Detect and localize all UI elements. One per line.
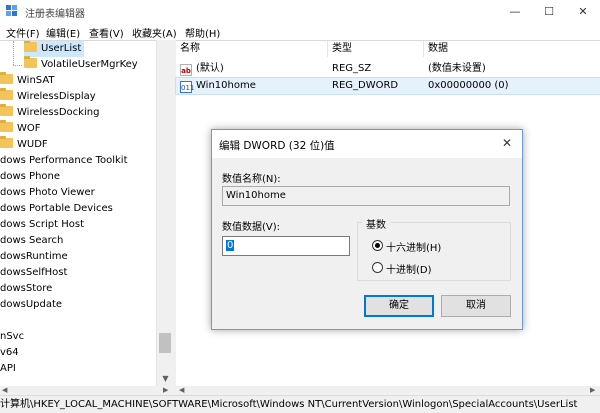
tree-item-label: WOF (17, 123, 41, 134)
registry-tree[interactable]: UserList VolatileUserMgrKey WinSAT Wirel… (0, 40, 173, 387)
value-name: Win10home (196, 80, 256, 91)
menu-bar: 文件(F) 编辑(E) 查看(V) 收藏夹(A) 帮助(H) (0, 22, 600, 40)
tree-item[interactable]: dows Photo Viewer (0, 185, 95, 201)
tree-item-label: UserList (41, 43, 82, 54)
tree-item[interactable]: dowsUpdate (0, 297, 62, 313)
menu-view[interactable]: 查看(V) (89, 25, 124, 40)
value-type: REG_DWORD (332, 80, 399, 91)
status-path: 计算机\HKEY_LOCAL_MACHINE\SOFTWARE\Microsof… (0, 399, 578, 410)
tree-item-label: WinSAT (17, 75, 55, 86)
tree-item[interactable]: dowsRuntime (0, 249, 68, 265)
tree-connector (13, 65, 22, 67)
dword-value-icon: 011 (180, 81, 194, 93)
close-icon: ✕ (578, 4, 588, 18)
tree-item[interactable]: dows Script Host (0, 217, 84, 233)
ok-button[interactable]: 确定 (364, 295, 434, 317)
tree-item[interactable]: WUDF (0, 136, 48, 153)
close-button[interactable]: ✕ (566, 0, 600, 22)
value-data-text: 0 (226, 240, 235, 251)
value-data-input[interactable]: 0 (222, 236, 350, 256)
value-type: REG_SZ (332, 63, 372, 74)
tree-item[interactable]: dows Phone (0, 169, 60, 185)
radio-decimal-label[interactable]: 十进制(D) (386, 261, 432, 276)
folder-icon (0, 88, 13, 100)
maximize-button[interactable]: ☐ (532, 0, 566, 22)
column-header-name[interactable]: 名称 (176, 41, 328, 57)
radio-hex[interactable] (372, 240, 383, 251)
tree-item[interactable]: WirelessDocking (0, 104, 100, 121)
folder-icon (0, 136, 13, 148)
tree-item[interactable]: dowsSelfHost (0, 265, 67, 281)
tree-item-label: WirelessDisplay (17, 91, 96, 102)
scroll-left-icon[interactable]: ◀ (2, 386, 7, 394)
value-row[interactable]: ab (默认) REG_SZ (数值未设置) (176, 61, 600, 77)
base-label: 基数 (362, 216, 390, 231)
column-header-data[interactable]: 数据 (424, 41, 600, 57)
tree-item[interactable]: WirelessDisplay (0, 88, 96, 105)
tree-item[interactable]: v64 (0, 345, 19, 361)
tree-item[interactable]: WOF (0, 120, 41, 137)
value-name-label: 数值名称(N): (222, 174, 281, 185)
folder-icon (0, 72, 13, 84)
tree-item[interactable]: dows Performance Toolkit (0, 153, 128, 169)
value-data-label: 数值数据(V): (222, 222, 281, 233)
dialog-close-icon[interactable]: ✕ (502, 136, 512, 150)
regedit-icon (6, 5, 17, 16)
tree-connector (13, 41, 15, 65)
value-row-selected[interactable]: 011 Win10home REG_DWORD 0x00000000 (0) (175, 77, 600, 95)
dialog-title-bar: 编辑 DWORD (32 位)值 ✕ (212, 130, 522, 158)
tree-item-userlist[interactable]: UserList (24, 41, 84, 57)
scroll-right-icon[interactable]: ▶ (163, 386, 168, 394)
tree-item[interactable]: WinSAT (0, 72, 55, 89)
scroll-down-icon[interactable]: ▼ (157, 370, 174, 386)
menu-edit[interactable]: 编辑(E) (46, 25, 80, 40)
value-data: (数值未设置) (428, 63, 486, 74)
tree-item-label: WUDF (17, 139, 48, 150)
folder-icon (24, 56, 37, 68)
value-name: (默认) (196, 63, 224, 74)
menu-file[interactable]: 文件(F) (6, 25, 40, 40)
horizontal-scrollbar[interactable]: ◀ ▶ ◀ ▶ (0, 386, 600, 395)
tree-item-label: VolatileUserMgrKey (41, 59, 138, 70)
tree-item[interactable]: API (0, 361, 16, 377)
radio-decimal[interactable] (372, 262, 383, 273)
edit-dword-dialog: 编辑 DWORD (32 位)值 ✕ 数值名称(N): Win10home 数值… (211, 129, 523, 330)
tree-item[interactable]: VolatileUserMgrKey (24, 56, 138, 73)
value-name-field: Win10home (222, 186, 510, 206)
folder-icon (0, 104, 13, 116)
folder-icon (0, 120, 13, 132)
string-value-icon: ab (180, 64, 192, 76)
menu-favorites[interactable]: 收藏夹(A) (132, 25, 177, 40)
tree-item[interactable]: nSvc (0, 329, 24, 345)
status-bar: 计算机\HKEY_LOCAL_MACHINE\SOFTWARE\Microsof… (0, 395, 600, 413)
minimize-button[interactable]: — (498, 0, 532, 22)
cancel-button[interactable]: 取消 (441, 295, 511, 317)
tree-item[interactable]: dows Search (0, 233, 63, 249)
title-bar: 注册表编辑器 — ☐ ✕ (0, 0, 600, 22)
window-title: 注册表编辑器 (25, 9, 85, 20)
minimize-icon: — (509, 4, 521, 18)
dialog-title: 编辑 DWORD (32 位)值 (219, 140, 335, 152)
tree-scrollbar[interactable]: ▼ (156, 40, 174, 386)
menu-help[interactable]: 帮助(H) (185, 25, 220, 40)
folder-icon (24, 41, 37, 52)
scroll-left-icon[interactable]: ◀ (179, 386, 184, 394)
value-data: 0x00000000 (0) (428, 80, 509, 91)
scrollbar-thumb[interactable] (159, 333, 171, 353)
radio-hex-label[interactable]: 十六进制(H) (386, 239, 441, 254)
tree-item[interactable]: dowsStore (0, 281, 52, 297)
scroll-right-icon[interactable]: ▶ (590, 386, 595, 394)
maximize-icon: ☐ (544, 4, 554, 18)
tree-item[interactable]: dows Portable Devices (0, 201, 113, 217)
tree-item-label: WirelessDocking (17, 107, 100, 118)
column-header-type[interactable]: 类型 (328, 41, 424, 57)
